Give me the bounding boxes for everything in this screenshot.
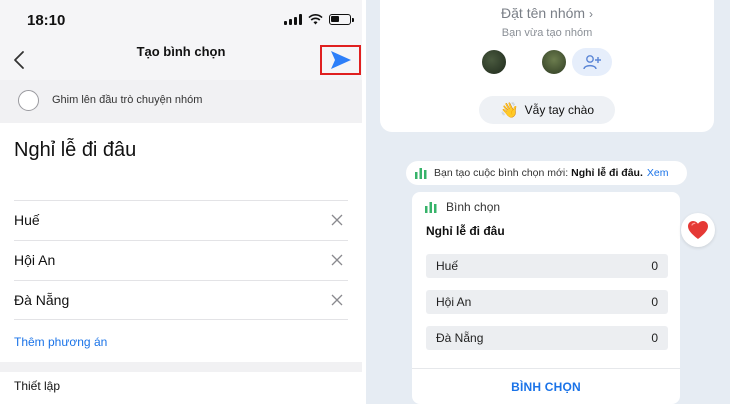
status-bar: 18:10 xyxy=(0,0,362,40)
wave-label: Vẫy tay chào xyxy=(524,103,595,117)
send-icon xyxy=(330,51,351,69)
poll-option-row[interactable]: Hội An xyxy=(14,240,348,280)
poll-card-header: Bình chọn xyxy=(424,200,500,214)
avatar[interactable] xyxy=(540,48,568,76)
group-name-text: Đặt tên nhóm xyxy=(501,5,586,21)
poll-result-count: 0 xyxy=(651,295,658,309)
waving-hand-icon: 👋 xyxy=(499,101,519,119)
poll-option-text[interactable]: Hội An xyxy=(14,252,55,268)
avatar[interactable] xyxy=(512,50,536,74)
status-icons xyxy=(284,14,354,25)
remove-option-icon[interactable] xyxy=(330,253,344,267)
poll-card: Bình chọn Nghỉ lễ đi đâu Huế 0 Hội An 0 … xyxy=(412,192,680,404)
poll-option-row[interactable]: Đà Nẵng xyxy=(14,280,348,320)
battery-icon xyxy=(329,14,354,25)
poll-card-title: Bình chọn xyxy=(446,200,501,214)
pin-label: Ghim lên đầu trò chuyện nhóm xyxy=(52,94,203,106)
settings-section-title: Thiết lập xyxy=(14,379,61,393)
add-user-icon xyxy=(583,55,601,70)
poll-result-label: Đà Nẵng xyxy=(436,331,484,345)
remove-option-icon[interactable] xyxy=(330,293,344,307)
poll-question-input[interactable]: Nghỉ lễ đi đâu xyxy=(14,139,136,162)
status-time: 18:10 xyxy=(27,12,66,29)
poll-option-row[interactable]: Huế xyxy=(14,200,348,240)
poll-result-count: 0 xyxy=(651,331,658,345)
add-member-button[interactable] xyxy=(572,48,612,76)
poll-result-count: 0 xyxy=(651,259,658,273)
wifi-icon xyxy=(308,14,323,25)
notice-poll-title: Nghỉ lễ đi đâu. xyxy=(571,167,643,179)
pin-to-top-row[interactable]: Ghim lên đầu trò chuyện nhóm xyxy=(0,80,362,123)
chevron-right-icon: › xyxy=(588,7,593,21)
remove-option-icon[interactable] xyxy=(330,213,344,227)
reaction-button[interactable] xyxy=(681,213,715,247)
poll-chart-icon xyxy=(415,168,427,179)
view-poll-link[interactable]: Xem xyxy=(647,167,669,179)
poll-created-notice: Bạn tạo cuộc bình chọn mới: Nghỉ lễ đi đ… xyxy=(406,161,687,185)
heart-icon xyxy=(688,221,708,239)
page-title: Tạo bình chọn xyxy=(136,44,226,59)
member-avatars xyxy=(480,48,612,76)
wave-hello-button[interactable]: 👋 Vẫy tay chào xyxy=(479,96,615,124)
poll-option-text[interactable]: Đà Nẵng xyxy=(14,292,69,308)
group-chat-screen: Đặt tên nhóm › Bạn vừa tạo nhóm 👋 Vẫy ta… xyxy=(366,0,730,404)
send-button[interactable] xyxy=(320,45,361,75)
poll-result-row[interactable]: Hội An 0 xyxy=(426,290,668,314)
poll-result-row[interactable]: Đà Nẵng 0 xyxy=(426,326,668,350)
group-info-card: Đặt tên nhóm › Bạn vừa tạo nhóm 👋 Vẫy ta… xyxy=(380,0,714,132)
poll-option-text[interactable]: Huế xyxy=(14,212,40,228)
poll-card-question: Nghỉ lễ đi đâu xyxy=(426,224,505,238)
create-poll-screen: 18:10 Tạo bình chọn Ghim lên đầu trò chu… xyxy=(0,0,362,404)
signal-icon xyxy=(284,14,302,25)
section-divider xyxy=(0,362,362,372)
pin-radio[interactable] xyxy=(18,90,39,111)
poll-result-label: Huế xyxy=(436,259,459,273)
notice-text: Bạn tạo cuộc bình chọn mới: xyxy=(434,167,569,179)
group-name-link[interactable]: Đặt tên nhóm › xyxy=(380,5,714,21)
poll-result-label: Hội An xyxy=(436,295,472,309)
avatar[interactable] xyxy=(480,48,508,76)
group-subtitle: Bạn vừa tạo nhóm xyxy=(501,27,593,39)
add-option-link[interactable]: Thêm phương án xyxy=(14,335,107,349)
vote-button[interactable]: BÌNH CHỌN xyxy=(412,368,680,404)
poll-chart-icon xyxy=(425,202,437,213)
nav-bar: Tạo bình chọn xyxy=(0,40,362,80)
poll-result-row[interactable]: Huế 0 xyxy=(426,254,668,278)
